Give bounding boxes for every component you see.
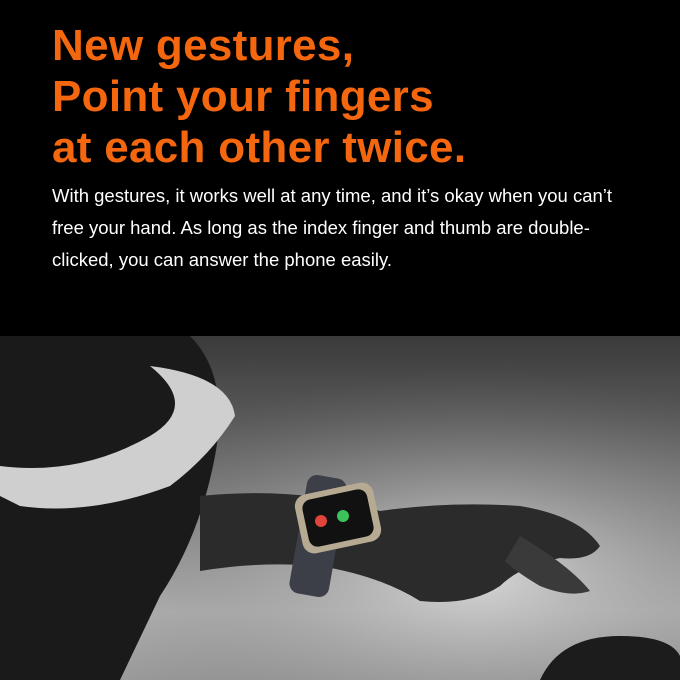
- headline-line-2: Point your fingers: [52, 72, 434, 121]
- product-photo: [0, 336, 680, 680]
- hero-section: New gestures, Point your fingers at each…: [0, 0, 680, 336]
- headline-line-1: New gestures,: [52, 21, 355, 70]
- description: With gestures, it works well at any time…: [52, 185, 613, 270]
- headline: New gestures, Point your fingers at each…: [52, 20, 466, 173]
- wrist-watch-illustration: [0, 336, 680, 680]
- accept-call-icon: [337, 510, 349, 522]
- decline-call-icon: [315, 515, 327, 527]
- headline-line-3: at each other twice.: [52, 123, 467, 172]
